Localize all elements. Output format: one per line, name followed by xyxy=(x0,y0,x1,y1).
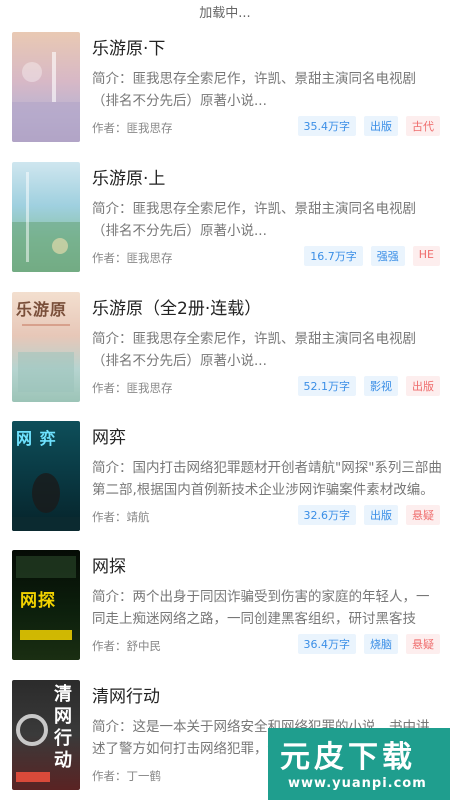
book-title[interactable]: 清网行动 xyxy=(92,682,160,707)
book-tags: 35.4万字 出版 古代 xyxy=(297,116,440,136)
genre-tag: 悬疑 xyxy=(406,505,440,525)
book-description: 简介：国内打击网络犯罪题材开创者靖航"网探"系列三部曲第二部,根据国内首例新技术… xyxy=(92,460,442,498)
loading-text: 加载中... xyxy=(199,6,251,21)
book-title[interactable]: 乐游原（全2册·连载） xyxy=(92,294,261,319)
book-tags: 36.4万字 烧脑 悬疑 xyxy=(297,634,440,654)
genre-tag: HE xyxy=(412,246,440,266)
word-count-tag: 32.6万字 xyxy=(297,505,356,525)
book-cover[interactable] xyxy=(12,32,80,142)
book-author: 作者：靖航 xyxy=(92,510,150,524)
book-title[interactable]: 网探 xyxy=(92,552,126,577)
cover-art-icon xyxy=(16,714,50,782)
book-description: 简介：匪我思存全索尼作，许凯、景甜主演同名电视剧（排名不分先后）原著小说... xyxy=(92,331,416,369)
book-cover[interactable]: 乐游原 xyxy=(12,292,80,402)
word-count-tag: 35.4万字 xyxy=(297,116,356,136)
book-tags: 16.7万字 强强 HE xyxy=(304,246,440,266)
word-count-tag: 52.1万字 xyxy=(297,376,356,396)
category-tag: 出版 xyxy=(364,116,398,136)
watermark-logo: 元皮下载 www.yuanpi.com xyxy=(268,728,450,800)
book-title[interactable]: 网弈 xyxy=(92,423,126,448)
book-author: 作者：匪我思存 xyxy=(92,381,173,395)
book-cover[interactable]: 网 弈 xyxy=(12,421,80,531)
category-tag: 烧脑 xyxy=(364,634,398,654)
book-description: 简介：两个出身于同因诈骗受到伤害的家庭的年轻人，一同走上痴迷网络之路，一同创建黑… xyxy=(92,589,430,627)
category-tag: 强强 xyxy=(370,246,405,266)
genre-tag: 悬疑 xyxy=(406,634,440,654)
book-tags: 32.6万字 出版 悬疑 xyxy=(297,505,440,525)
book-cover[interactable] xyxy=(12,162,80,272)
cover-art-icon xyxy=(18,324,74,392)
book-list-item[interactable]: 乐游原 乐游原（全2册·连载） 简介：匪我思存全索尼作，许凯、景甜主演同名电视剧… xyxy=(0,290,450,418)
book-description: 简介：匪我思存全索尼作，许凯、景甜主演同名电视剧（排名不分先后）原著小说... xyxy=(92,201,416,239)
word-count-tag: 36.4万字 xyxy=(297,634,356,654)
cover-art-icon xyxy=(12,52,80,142)
book-list-item[interactable]: 乐游原·上 简介：匪我思存全索尼作，许凯、景甜主演同名电视剧（排名不分先后）原著… xyxy=(0,160,450,288)
book-cover[interactable]: 网探 xyxy=(12,550,80,660)
book-author: 作者：匪我思存 xyxy=(92,251,173,265)
cover-art-icon xyxy=(12,172,80,272)
cover-art-icon xyxy=(16,556,76,640)
book-author: 作者：舒中民 xyxy=(92,639,161,653)
book-description: 简介：匪我思存全索尼作，许凯、景甜主演同名电视剧（排名不分先后）原著小说... xyxy=(92,71,416,109)
book-author: 作者：匪我思存 xyxy=(92,121,173,135)
category-tag: 出版 xyxy=(364,505,398,525)
book-tags: 52.1万字 影视 出版 xyxy=(297,376,440,396)
genre-tag: 出版 xyxy=(406,376,440,396)
book-cover[interactable]: 清网行动 xyxy=(12,680,80,790)
genre-tag: 古代 xyxy=(406,116,440,136)
book-title[interactable]: 乐游原·上 xyxy=(92,164,165,189)
watermark-logo-text: 元皮下载 xyxy=(280,740,416,775)
book-list-item[interactable]: 网 弈 网弈 简介：国内打击网络犯罪题材开创者靖航"网探"系列三部曲第二部,根据… xyxy=(0,419,450,547)
book-author: 作者：丁一鹤 xyxy=(92,769,161,783)
book-list-item[interactable]: 乐游原·下 简介：匪我思存全索尼作，许凯、景甜主演同名电视剧（排名不分先后）原著… xyxy=(0,30,450,158)
book-list-item[interactable]: 网探 网探 简介：两个出身于同因诈骗受到伤害的家庭的年轻人，一同走上痴迷网络之路… xyxy=(0,548,450,676)
word-count-tag: 16.7万字 xyxy=(304,246,363,266)
book-title[interactable]: 乐游原·下 xyxy=(92,34,165,59)
cover-art-icon xyxy=(12,473,80,531)
watermark-url: www.yuanpi.com xyxy=(288,776,427,791)
category-tag: 影视 xyxy=(364,376,398,396)
